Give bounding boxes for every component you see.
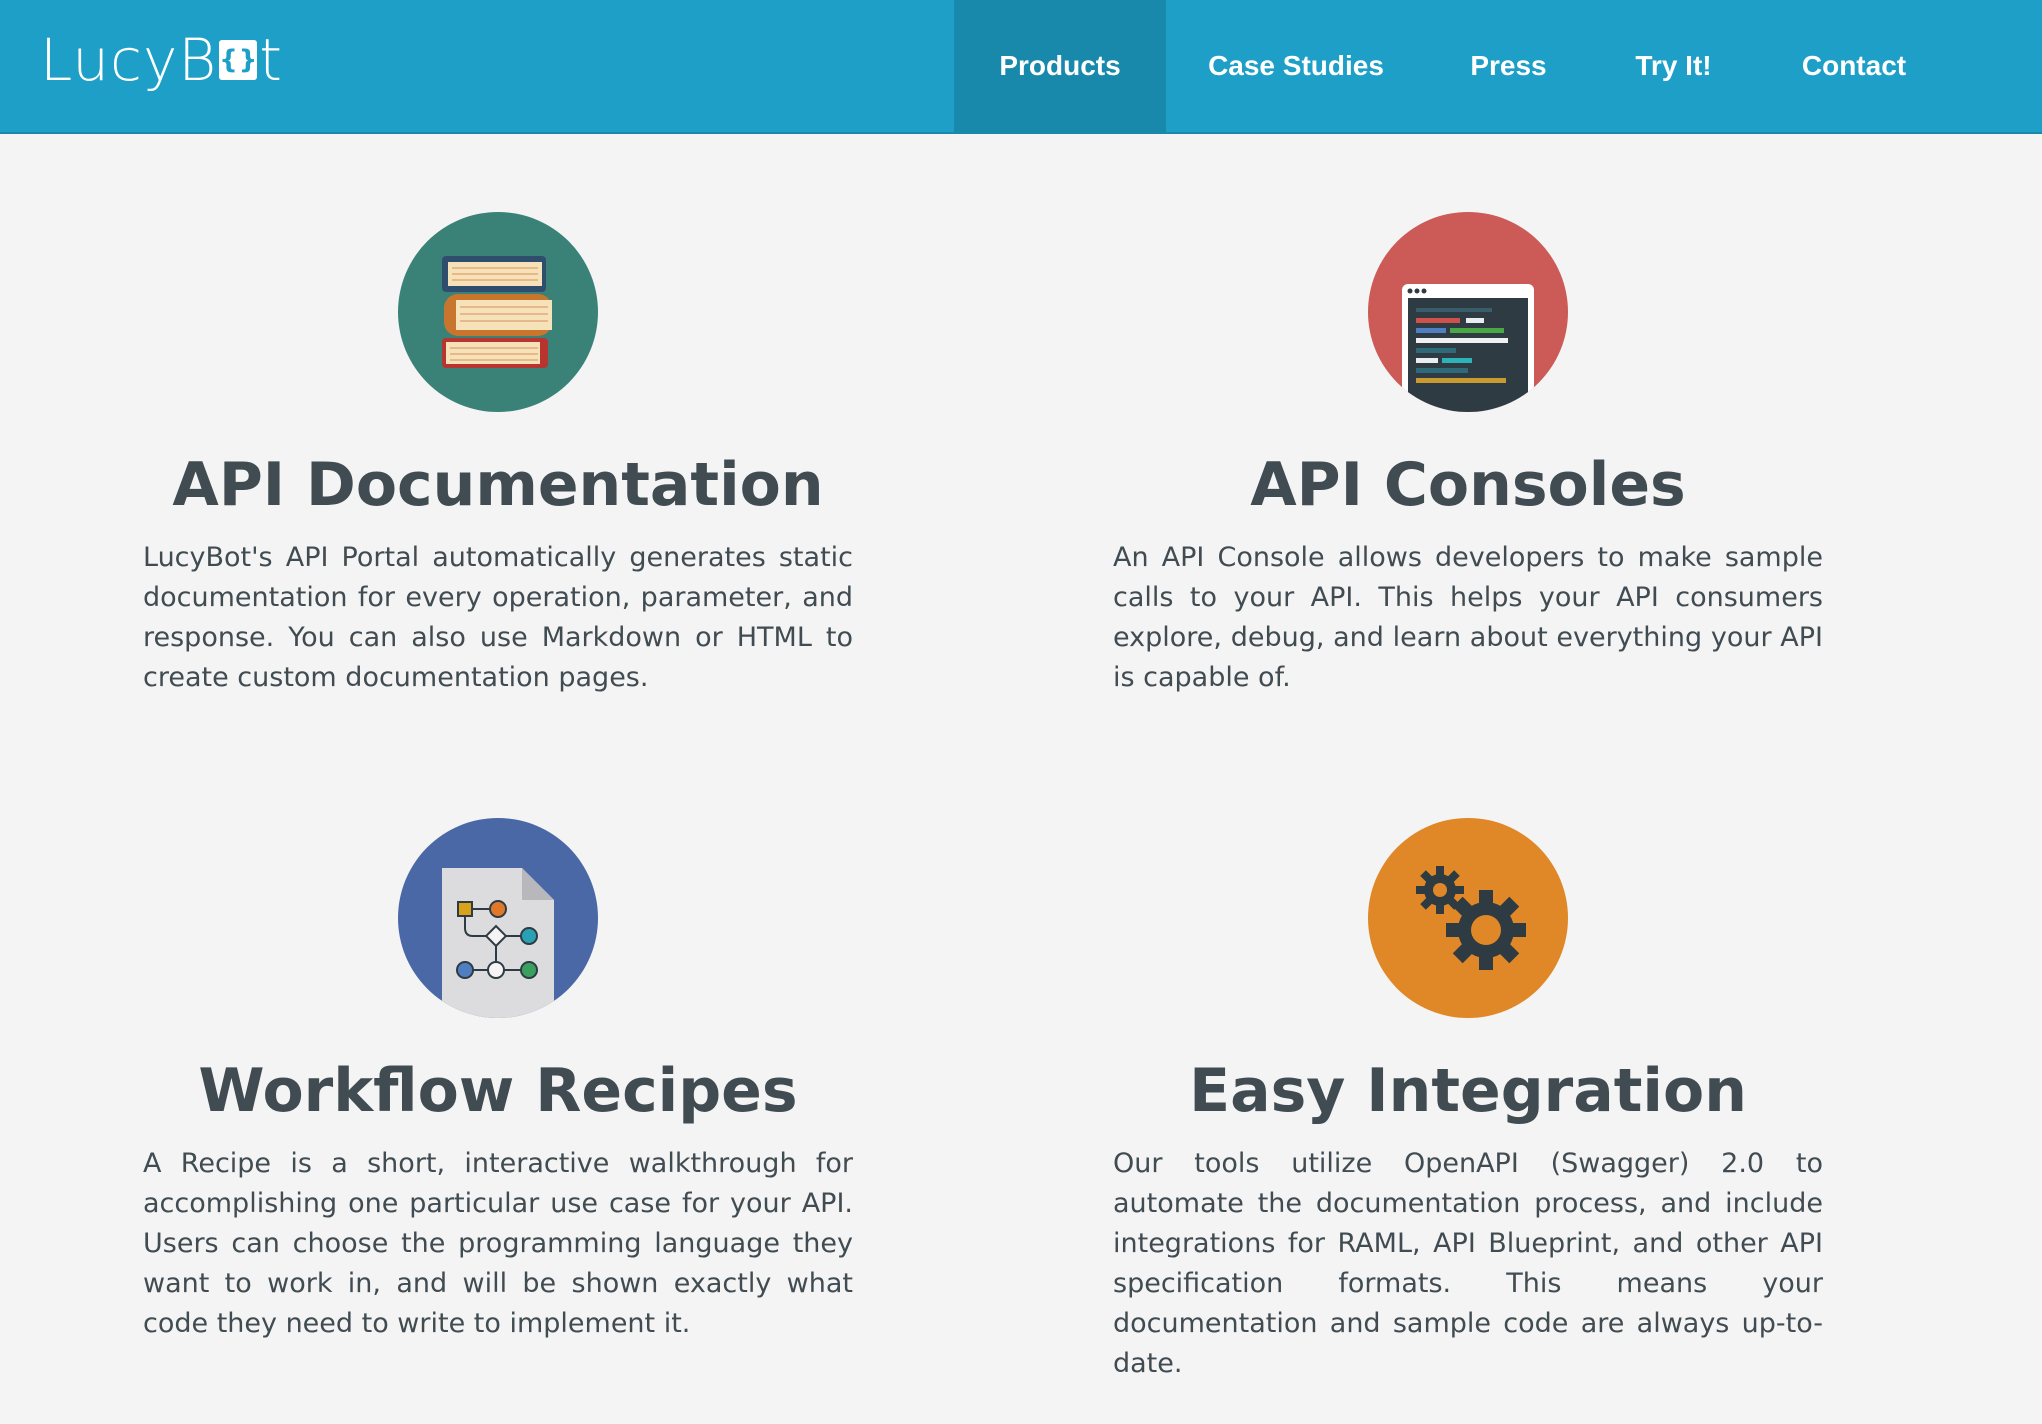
workflow-icon	[398, 818, 598, 1018]
feature-api-consoles: API Consoles An API Console allows devel…	[1113, 212, 1823, 698]
console-icon	[1368, 212, 1568, 412]
feature-title: Workflow Recipes	[198, 1056, 798, 1126]
lucybot-logo[interactable]: LucyB{} t	[40, 20, 283, 100]
logo-text-right: t	[259, 26, 283, 94]
feature-description: Our tools utilize OpenAPI (Swagger) 2.0 …	[1113, 1148, 1823, 1379]
feature-title: API Documentation	[172, 450, 824, 520]
feature-description: A Recipe is a short, interactive walkthr…	[143, 1148, 853, 1339]
feature-workflow-recipes: Workflow Recipes A Recipe is a short, in…	[143, 818, 853, 1344]
gears-icon	[1368, 818, 1568, 1018]
feature-description: An API Console allows developers to make…	[1113, 542, 1823, 693]
feature-title: API Consoles	[1250, 450, 1686, 520]
nav-contact[interactable]: Contact	[1756, 0, 1952, 132]
nav-products[interactable]: Products	[954, 0, 1166, 132]
main-nav: Products Case Studies Press Try It! Cont…	[954, 0, 1952, 132]
books-icon	[398, 212, 598, 412]
feature-description: LucyBot's API Portal automatically gener…	[143, 542, 853, 693]
feature-easy-integration: Easy Integration Our tools utilize OpenA…	[1113, 818, 1823, 1384]
nav-case-studies[interactable]: Case Studies	[1166, 0, 1426, 132]
feature-title: Easy Integration	[1189, 1056, 1747, 1126]
nav-press[interactable]: Press	[1426, 0, 1591, 132]
logo-brace-icon: {}	[219, 40, 257, 80]
top-navbar: LucyB{} t Products Case Studies Press Try…	[0, 0, 2042, 134]
logo-text-left: LucyB	[40, 26, 218, 94]
nav-try-it[interactable]: Try It!	[1591, 0, 1756, 132]
feature-api-documentation: API Documentation LucyBot's API Portal a…	[143, 212, 853, 698]
